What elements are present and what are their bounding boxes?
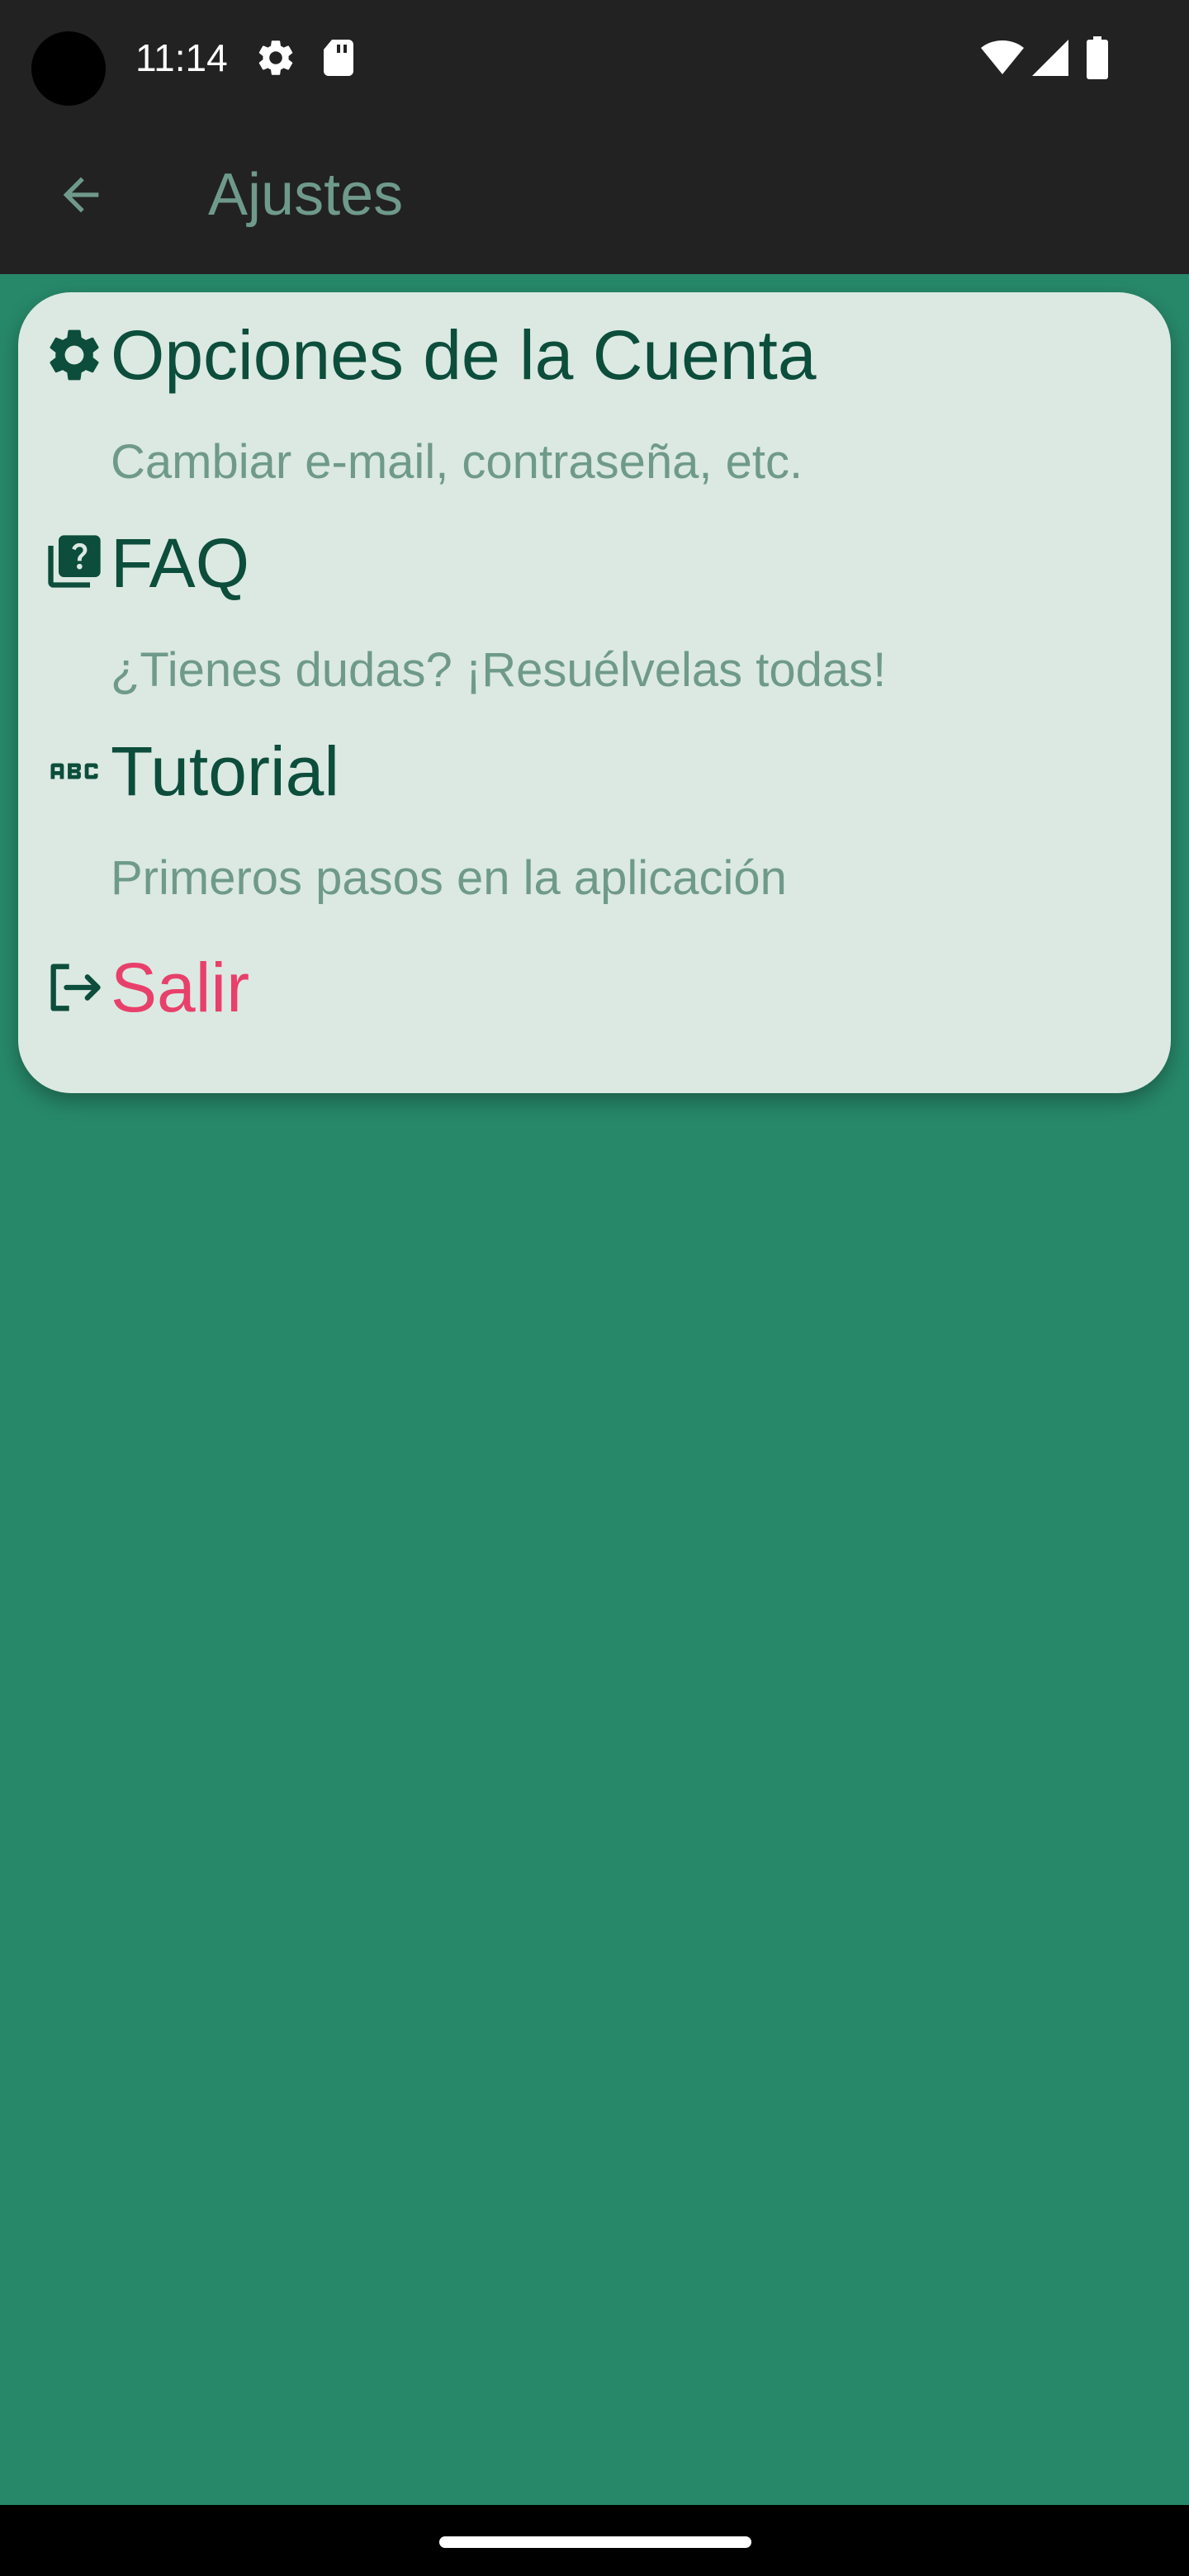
camera-cutout — [31, 31, 106, 106]
menu-item-logout[interactable]: Salir — [18, 936, 1171, 1044]
page-title: Ajustes — [208, 162, 404, 228]
status-bar: 11:14 — [0, 0, 1189, 116]
menu-item-title: FAQ — [111, 524, 250, 602]
menu-item-subtitle: Cambiar e-mail, contraseña, etc. — [111, 435, 803, 489]
menu-item-title: Salir — [111, 949, 250, 1026]
abc-icon — [43, 740, 106, 803]
signal-icon — [1032, 33, 1068, 83]
menu-item-title: Tutorial — [111, 732, 339, 810]
menu-item-subtitle: ¿Tienes dudas? ¡Resuélvelas todas! — [111, 643, 887, 697]
menu-item-tutorial[interactable]: Tutorial Primeros pasos en la aplicación — [18, 728, 1171, 935]
menu-item-faq[interactable]: FAQ ¿Tienes dudas? ¡Resuélvelas todas! — [18, 520, 1171, 727]
menu-item-subtitle: Primeros pasos en la aplicación — [111, 851, 787, 905]
settings-gear-icon — [254, 33, 297, 83]
home-indicator[interactable] — [439, 2536, 751, 2548]
wifi-icon — [981, 33, 1024, 83]
menu-item-account-options[interactable]: Opciones de la Cuenta Cambiar e-mail, co… — [18, 312, 1171, 519]
sd-card-icon — [322, 33, 355, 83]
settings-card: Opciones de la Cuenta Cambiar e-mail, co… — [18, 292, 1171, 1093]
back-button[interactable] — [33, 149, 129, 244]
app-bar: Ajustes — [0, 116, 1189, 274]
navigation-bar — [0, 2505, 1189, 2576]
gear-icon — [43, 324, 106, 386]
arrow-back-icon — [54, 168, 107, 225]
logout-icon — [43, 956, 106, 1019]
battery-icon — [1087, 33, 1108, 83]
menu-item-title: Opciones de la Cuenta — [111, 316, 817, 394]
status-time: 11:14 — [135, 36, 228, 79]
quiz-icon — [43, 530, 106, 593]
